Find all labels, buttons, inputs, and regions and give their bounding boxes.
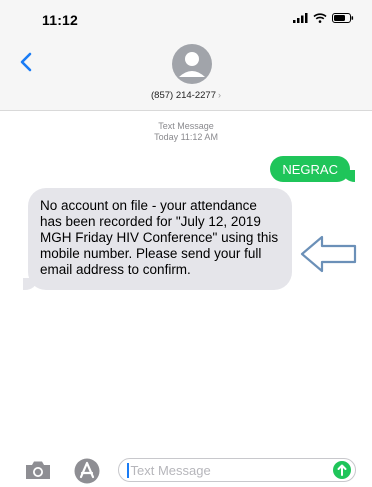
arrow-up-icon [337,464,347,476]
incoming-message-bubble[interactable]: No account on file - your attendance has… [23,188,292,290]
contact-name-button[interactable]: (857) 214-2277 › [0,90,372,101]
incoming-message-text: No account on file - your attendance has… [40,198,279,277]
camera-icon[interactable] [24,460,52,480]
status-bar: 11:12 [0,0,372,36]
contact-chevron-icon: › [217,90,221,100]
message-input-placeholder: Text Message [130,462,211,478]
text-caret [127,462,129,478]
wifi-icon [313,13,327,23]
outgoing-message-text: NEGRAC [282,161,338,177]
status-time: 11:12 [42,12,79,28]
chevron-left-icon [20,52,32,72]
contact-name: (857) 214-2277 [151,90,216,101]
signal-icon [293,13,308,23]
app-store-icon[interactable] [74,458,100,484]
status-icons [293,13,354,23]
message-meta: Text Message Today 11:12 AM [0,121,372,143]
outgoing-message-bubble[interactable]: NEGRAC [270,156,355,182]
conversation-header: (857) 214-2277 › [0,36,372,111]
service-label: Text Message [158,121,214,131]
left-arrow-icon [300,235,357,273]
send-button[interactable] [333,461,351,479]
message-input[interactable]: Text Message [118,458,356,482]
back-button[interactable] [16,48,36,76]
battery-icon [332,13,354,23]
message-timestamp: Today 11:12 AM [154,132,218,142]
person-icon[interactable] [172,44,212,84]
composer-bar: Text Message [0,446,372,487]
